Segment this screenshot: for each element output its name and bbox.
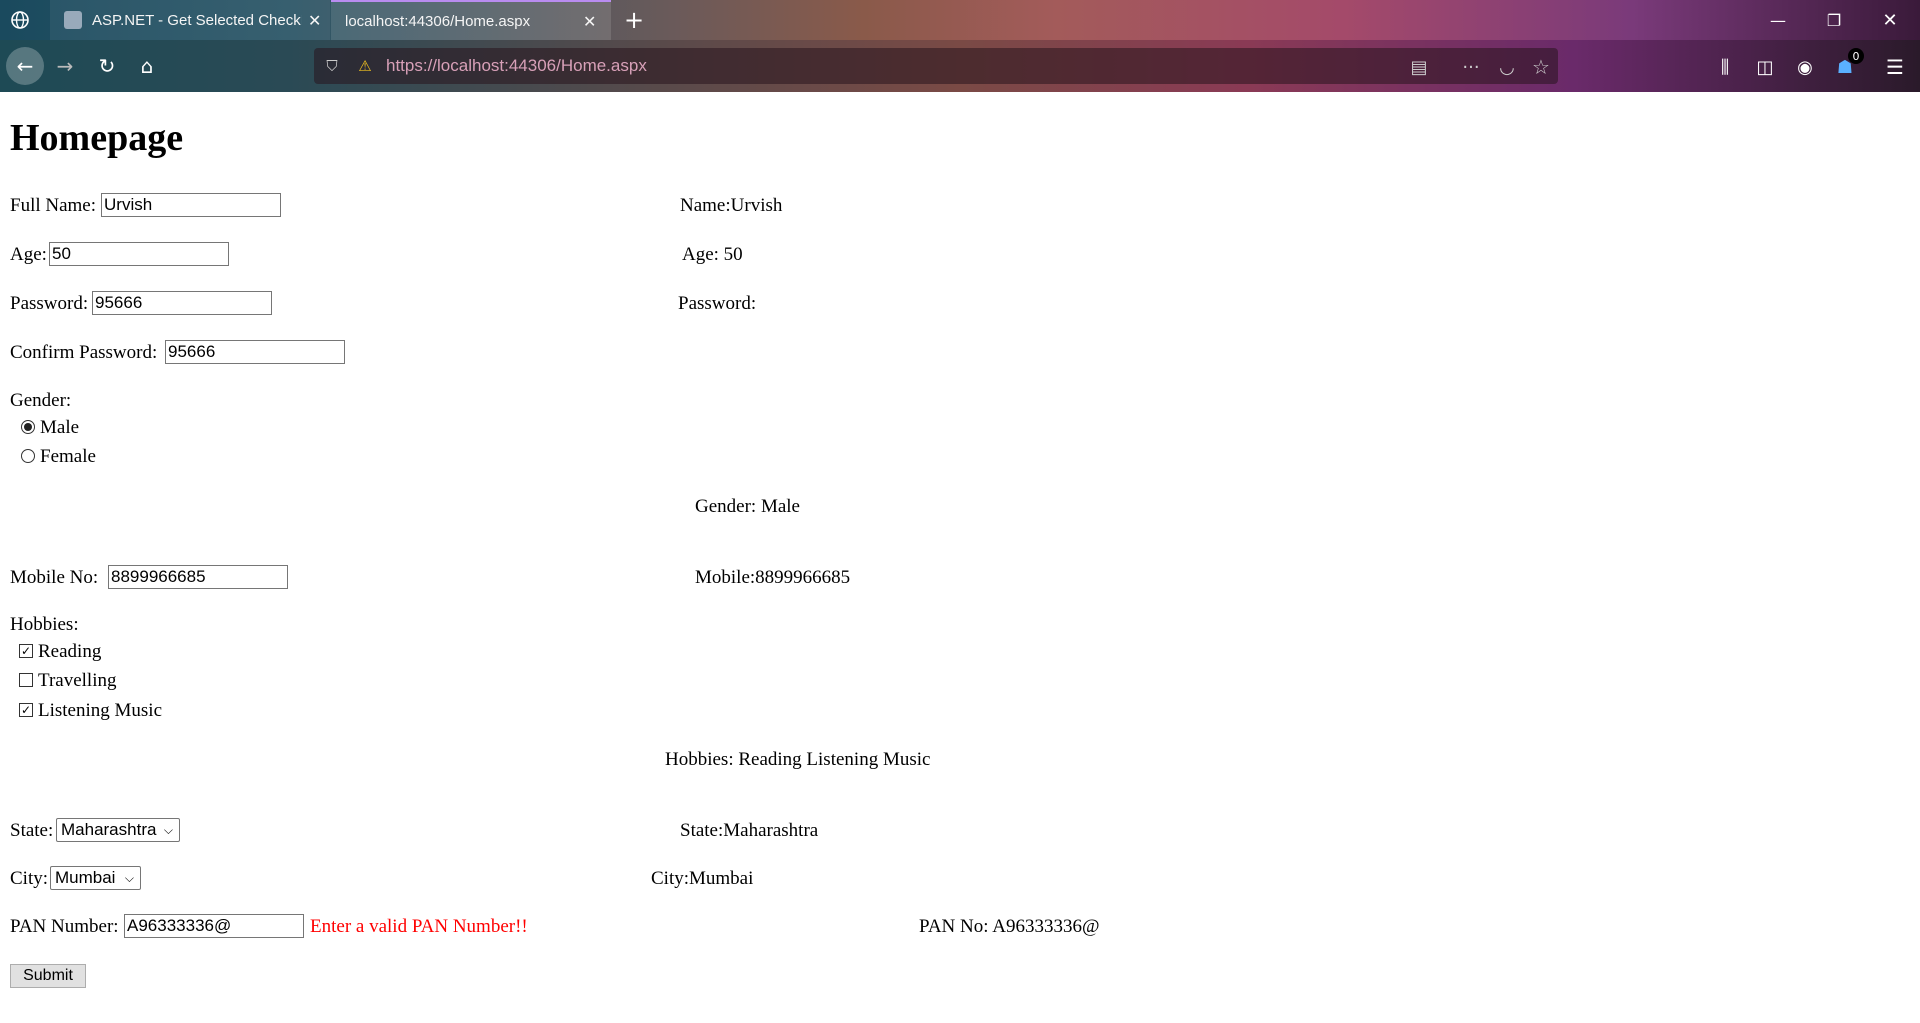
state-select[interactable]: Maharashtra ⌵: [56, 818, 180, 842]
city-select[interactable]: Mumbai ⌵: [50, 866, 141, 890]
confirm-password-label: Confirm Password:: [10, 342, 158, 363]
pocket-icon[interactable]: ◡: [1494, 54, 1520, 80]
more-icon[interactable]: ···: [1458, 54, 1484, 80]
tab-label: localhost:44306/Home.aspx: [345, 12, 531, 30]
hobby-reading-checkbox[interactable]: ✓: [19, 644, 33, 658]
pan-label: PAN Number:: [10, 916, 119, 937]
output-password: Password:: [678, 293, 757, 314]
output-pan: PAN No: A96333336@: [919, 916, 1100, 937]
notification-badge: 0: [1848, 48, 1864, 64]
output-city: City:Mumbai: [651, 868, 754, 889]
submit-button[interactable]: Submit: [10, 964, 86, 988]
page-content: Homepage Full Name: Urvish Name:Urvish A…: [0, 92, 1920, 1023]
account-icon[interactable]: ◉: [1792, 54, 1818, 80]
aspnet-favicon-icon: [64, 11, 82, 29]
hobby-travelling-checkbox[interactable]: [19, 673, 33, 687]
mobile-label: Mobile No:: [10, 567, 99, 588]
age-label: Age:: [10, 244, 47, 265]
gender-female-radio[interactable]: [21, 449, 35, 463]
menu-icon[interactable]: ☰: [1882, 54, 1908, 80]
full-name-label: Full Name:: [10, 195, 97, 216]
output-state: State:Maharashtra: [680, 820, 819, 841]
hobby-music-label[interactable]: Listening Music: [38, 700, 162, 722]
close-icon[interactable]: ✕: [308, 11, 321, 30]
output-gender: Gender: Male: [695, 496, 800, 517]
city-label: City:: [10, 868, 49, 889]
gender-male-radio[interactable]: [21, 420, 35, 434]
output-age: Age: 50: [682, 244, 743, 265]
gender-female-label[interactable]: Female: [40, 446, 96, 468]
new-tab-icon[interactable]: +: [620, 6, 648, 34]
output-hobbies: Hobbies: Reading Listening Music: [665, 749, 931, 770]
confirm-password-input[interactable]: 95666: [165, 340, 345, 364]
back-icon[interactable]: ←: [6, 47, 44, 85]
tab-home[interactable]: localhost:44306/Home.aspx ✕: [331, 0, 611, 40]
shield-icon[interactable]: ⛉: [322, 56, 342, 76]
chevron-down-icon: ⌵: [163, 823, 173, 837]
tab-aspnet[interactable]: ASP.NET - Get Selected CheckB ✕: [50, 0, 330, 40]
home-icon[interactable]: ⌂: [132, 51, 162, 81]
state-select-value: Maharashtra: [61, 820, 157, 839]
warning-lock-icon[interactable]: ⚠: [354, 56, 376, 76]
minimize-icon[interactable]: —: [1762, 6, 1794, 34]
library-icon[interactable]: ⫼: [1712, 54, 1738, 80]
chevron-down-icon: ⌵: [124, 871, 134, 885]
hobby-reading-label[interactable]: Reading: [38, 641, 101, 663]
restore-icon[interactable]: ❐: [1818, 6, 1850, 34]
hobby-travelling-label[interactable]: Travelling: [38, 670, 116, 692]
globe-icon[interactable]: [8, 8, 32, 32]
pan-error-message: Enter a valid PAN Number!!: [310, 916, 528, 937]
pan-input[interactable]: A96333336@: [124, 914, 304, 938]
forward-icon[interactable]: →: [50, 51, 80, 81]
full-name-input[interactable]: Urvish: [101, 193, 281, 217]
page-title: Homepage: [10, 117, 184, 159]
password-input[interactable]: 95666: [92, 291, 272, 315]
city-select-value: Mumbai: [55, 868, 116, 887]
hobby-music-checkbox[interactable]: ✓: [19, 703, 33, 717]
bookmark-star-icon[interactable]: ☆: [1528, 54, 1554, 80]
gender-label: Gender:: [10, 390, 72, 411]
reload-icon[interactable]: ↻: [92, 51, 122, 81]
close-icon[interactable]: ✕: [583, 12, 596, 31]
output-mobile: Mobile:8899966685: [695, 567, 851, 588]
close-window-icon[interactable]: ✕: [1874, 6, 1906, 34]
url-text[interactable]: https://localhost:44306/Home.aspx: [386, 56, 647, 76]
tab-bar: ASP.NET - Get Selected CheckB ✕ localhos…: [0, 0, 1920, 40]
sidebar-icon[interactable]: ◫: [1752, 54, 1778, 80]
tab-label: ASP.NET - Get Selected CheckB: [92, 11, 302, 29]
state-label: State:: [10, 820, 54, 841]
password-label: Password:: [10, 293, 89, 314]
mobile-input[interactable]: 8899966685: [108, 565, 288, 589]
output-name: Name:Urvish: [680, 195, 783, 216]
age-input[interactable]: 50: [49, 242, 229, 266]
hobbies-label: Hobbies:: [10, 614, 79, 635]
reader-view-icon[interactable]: ▤: [1406, 54, 1432, 80]
gender-male-label[interactable]: Male: [40, 417, 79, 439]
